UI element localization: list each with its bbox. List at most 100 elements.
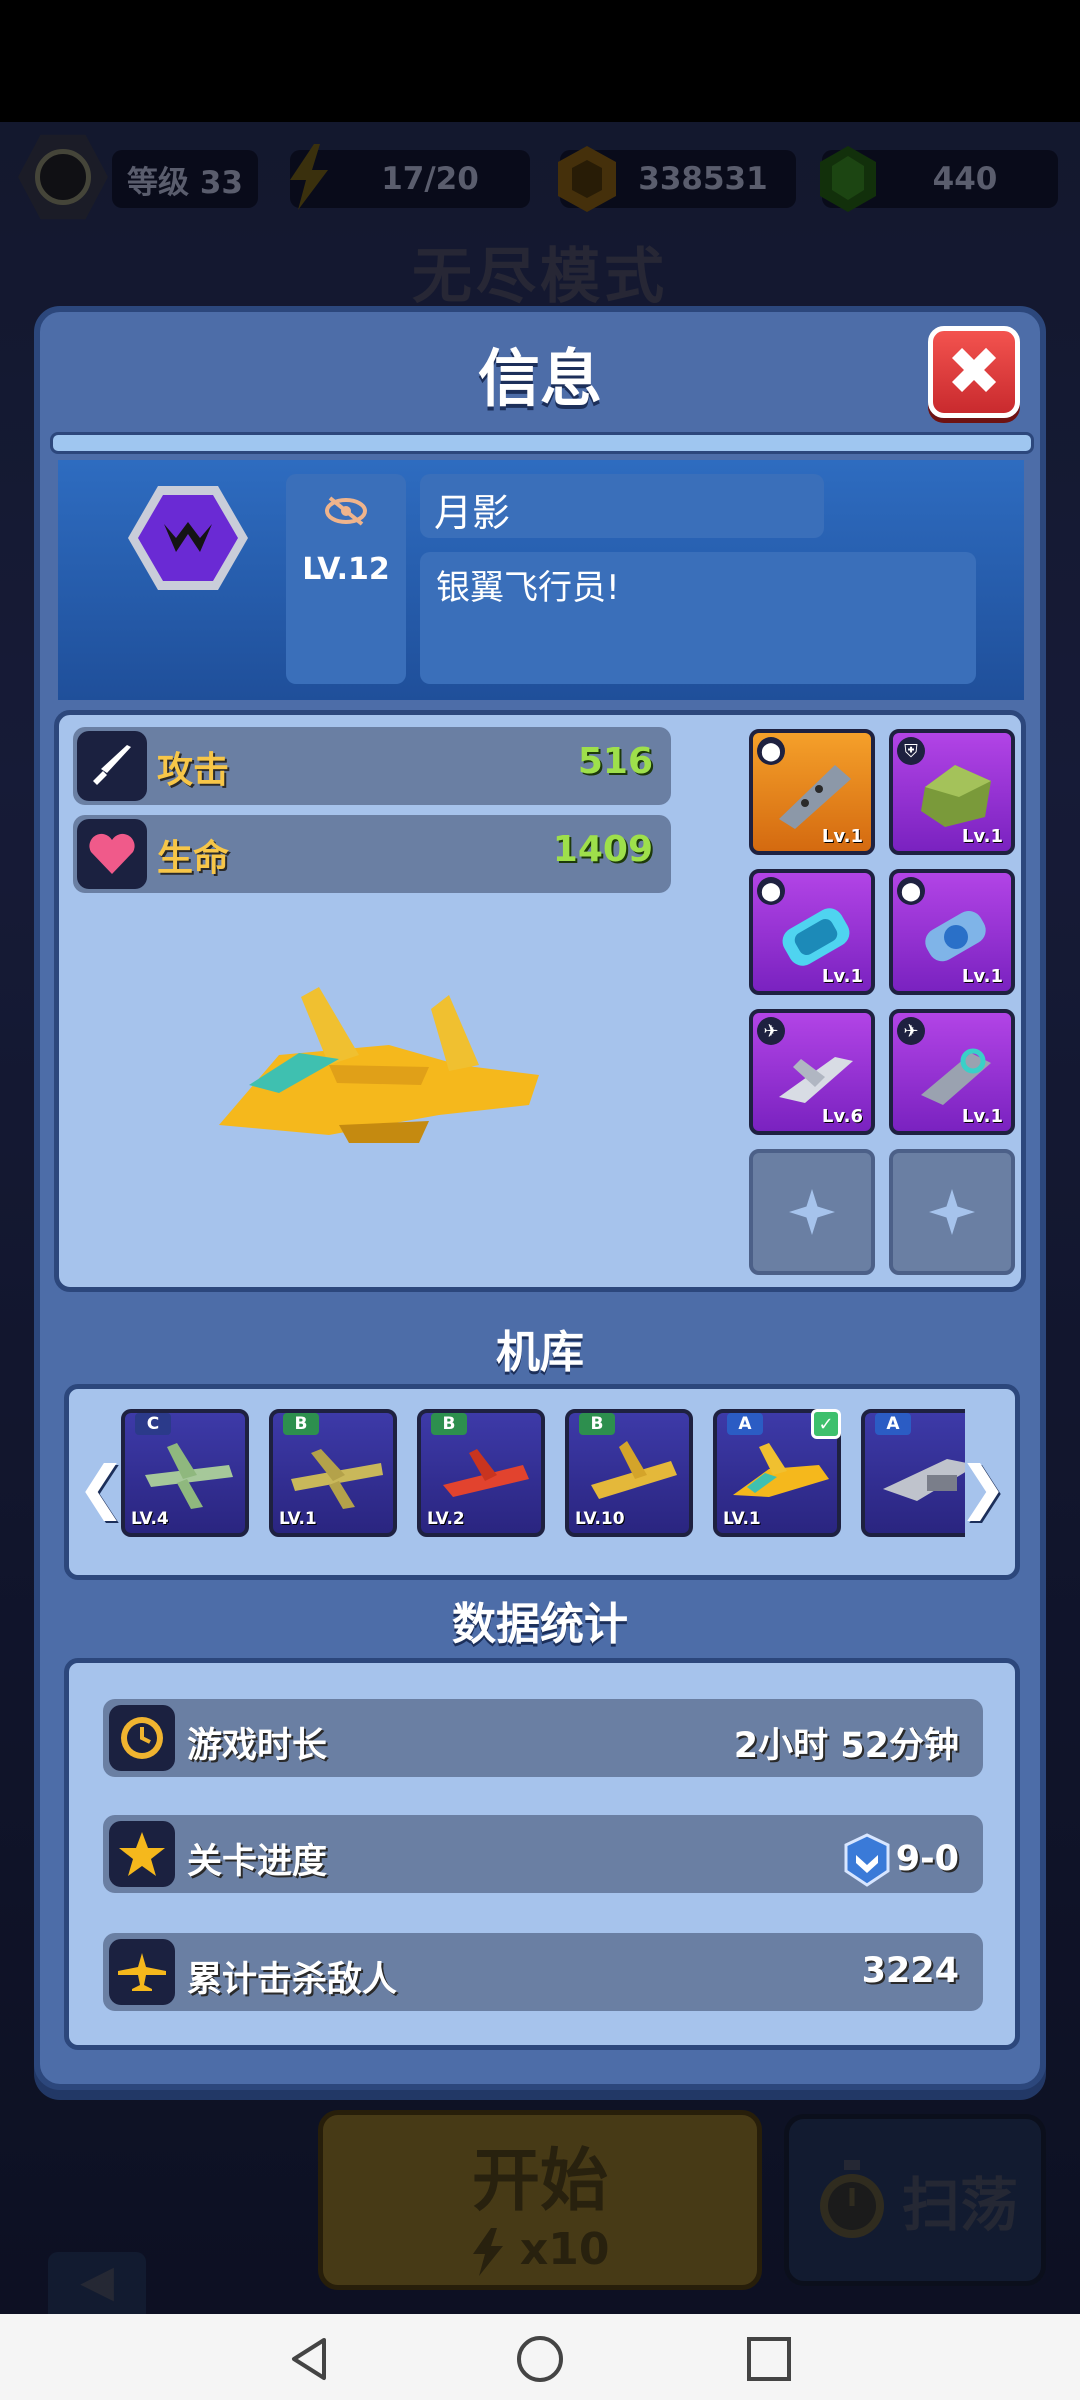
info-panel: 信息 ✖ LV.12 月影 银翼飞行员! 攻击 516 生命 1409 ⬤ Lv…	[34, 306, 1046, 2090]
hangar-plane-card-selected[interactable]: A ✓ LV.1	[713, 1409, 841, 1537]
grade-badge: B	[431, 1413, 467, 1435]
eye-hidden-icon[interactable]	[286, 496, 406, 534]
heart-icon	[77, 819, 147, 889]
equipment-level: Lv.1	[821, 966, 863, 987]
wingman-icon	[779, 1057, 853, 1103]
plane-level: LV.2	[427, 1509, 465, 1529]
playtime-label: 游戏时长	[187, 1726, 328, 1766]
plane-silhouette-icon	[118, 1953, 166, 1991]
attack-stat: 攻击 516	[73, 727, 671, 805]
attack-label: 攻击	[157, 750, 230, 791]
equipment-level: Lv.1	[961, 826, 1003, 847]
capsule-icon	[925, 911, 986, 962]
hangar-carousel: ❮ ❯ C LV.4 B LV.1 B LV.2 B LV.10 A ✓ LV.…	[64, 1384, 1020, 1580]
hangar-plane-card[interactable]: B LV.2	[417, 1409, 545, 1537]
kills-value: 3224	[861, 1951, 959, 1991]
avatar[interactable]	[128, 486, 248, 590]
hangar-plane-card[interactable]: B LV.1	[269, 1409, 397, 1537]
hangar-plane-card[interactable]: A	[861, 1409, 965, 1537]
sword-icon	[77, 731, 147, 801]
equipment-slot[interactable]: ⬤ Lv.1	[889, 869, 1015, 995]
player-level-text: LV.12	[302, 552, 390, 587]
plane-icon	[109, 1939, 175, 2005]
equipment-slot[interactable]: ⛨ Lv.1	[889, 729, 1015, 855]
empty-equipment-slot[interactable]	[749, 1149, 875, 1275]
close-icon: ✖	[946, 333, 1002, 410]
eye-slash-icon	[325, 496, 367, 526]
plane-icon	[291, 1449, 383, 1509]
nav-recents-icon[interactable]	[744, 2334, 794, 2384]
data-stats-title: 数据统计	[452, 1599, 628, 1650]
profile-section: LV.12 月影 银翼飞行员!	[58, 460, 1024, 700]
stage-progress-label: 关卡进度	[187, 1842, 328, 1882]
grade-badge: B	[579, 1413, 615, 1435]
equipment-level: Lv.1	[821, 826, 863, 847]
nav-back-icon[interactable]	[284, 2334, 334, 2384]
plane-icon	[733, 1443, 829, 1497]
empty-equipment-slot[interactable]	[889, 1149, 1015, 1275]
stage-progress-row: 关卡进度 9-0	[103, 1815, 983, 1893]
plane-icon	[591, 1441, 677, 1499]
grade-badge: C	[135, 1413, 171, 1435]
selected-plane-image	[219, 987, 539, 1143]
plane-level: LV.1	[723, 1509, 761, 1529]
plane-level: LV.1	[279, 1509, 317, 1529]
rank-shield-icon	[844, 1833, 890, 1887]
plane-level: LV.4	[131, 1509, 169, 1529]
playtime-value: 2小时 52分钟	[733, 1726, 959, 1766]
hangar-title: 机库	[496, 1327, 584, 1378]
star-icon	[109, 1821, 175, 1887]
grade-badge: A	[727, 1413, 763, 1435]
player-level-box: LV.12	[286, 474, 406, 684]
plane-icon	[443, 1449, 529, 1497]
hangar-plane-card[interactable]: B LV.10	[565, 1409, 693, 1537]
blade-icon	[93, 745, 131, 785]
star-shape-icon	[119, 1832, 165, 1876]
health-value: 1409	[552, 829, 653, 870]
hangar-strip: C LV.4 B LV.1 B LV.2 B LV.10 A ✓ LV.1 A	[121, 1409, 965, 1543]
armor-icon	[921, 765, 991, 827]
plane-icon	[883, 1459, 965, 1501]
hangar-prev-button[interactable]: ❮	[77, 1453, 126, 1521]
clock-face-icon	[121, 1717, 163, 1759]
data-stats-box: 游戏时长 2小时 52分钟 关卡进度 9-0 累计击杀敌人 3224	[64, 1658, 1020, 2050]
nav-home-icon[interactable]	[515, 2334, 565, 2384]
equipment-slot[interactable]: ✈ Lv.6	[749, 1009, 875, 1135]
kills-row: 累计击杀敌人 3224	[103, 1933, 983, 2011]
panel-title: 信息	[477, 342, 602, 415]
hangar-next-button[interactable]: ❯	[958, 1453, 1007, 1521]
empty-slot-icon	[929, 1189, 975, 1235]
avatar-emblem-icon	[138, 495, 238, 581]
close-button[interactable]: ✖	[928, 326, 1020, 418]
grade-badge: A	[875, 1413, 911, 1435]
empty-slot-icon	[789, 1189, 835, 1235]
stage-progress-value: 9-0	[842, 1833, 959, 1887]
kills-label: 累计击杀敌人	[187, 1960, 398, 2000]
equipment-slot[interactable]: ⬤ Lv.1	[749, 869, 875, 995]
system-nav-bar	[0, 2314, 1080, 2400]
equipment-level: Lv.6	[821, 1106, 863, 1127]
hangar-plane-card[interactable]: C LV.4	[121, 1409, 249, 1537]
stage-progress-text: 9-0	[895, 1839, 959, 1879]
plane-icon	[145, 1443, 233, 1509]
wingman-icon	[921, 1048, 991, 1105]
plane-stats-area: 攻击 516 生命 1409 ⬤ Lv.1 ⛨ Lv.1 ⬤ Lv.1 ⬤ Lv…	[54, 710, 1026, 1292]
clock-icon	[109, 1705, 175, 1771]
health-stat: 生命 1409	[73, 815, 671, 893]
health-label: 生命	[157, 838, 230, 879]
wing-emblem-icon	[164, 522, 212, 552]
energy-cell-icon	[782, 908, 850, 966]
equipment-level: Lv.1	[961, 966, 1003, 987]
equipment-slot[interactable]: ✈ Lv.1	[889, 1009, 1015, 1135]
equipment-slot[interactable]: ⬤ Lv.1	[749, 729, 875, 855]
equipment-level: Lv.1	[961, 1106, 1003, 1127]
status-bar	[0, 0, 1080, 122]
player-motto[interactable]: 银翼飞行员!	[420, 552, 976, 684]
player-name[interactable]: 月影	[420, 474, 824, 538]
cannon-icon	[779, 765, 851, 829]
grade-badge: B	[283, 1413, 319, 1435]
playtime-row: 游戏时长 2小时 52分钟	[103, 1699, 983, 1777]
title-divider	[50, 432, 1034, 454]
heart-shape-icon	[89, 833, 135, 874]
plane-level: LV.10	[575, 1509, 625, 1529]
